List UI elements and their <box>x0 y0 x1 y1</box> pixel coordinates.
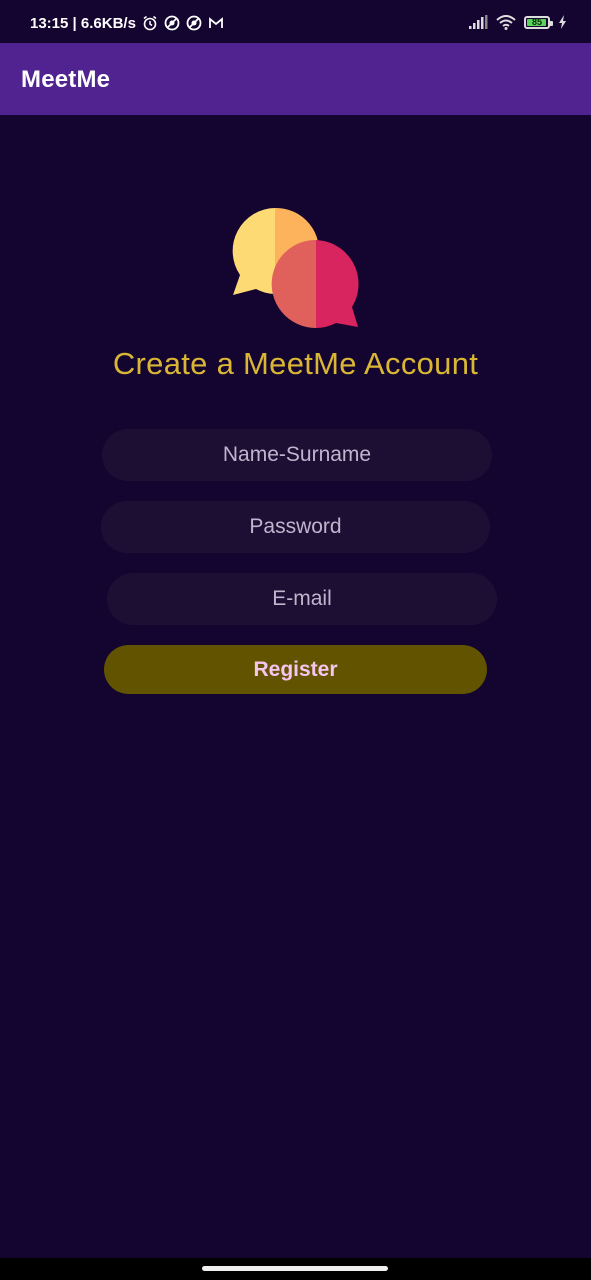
status-bar: 13:15 | 6.6KB/s 85 <box>0 0 591 43</box>
status-time-speed: 13:15 | 6.6KB/s <box>30 14 136 32</box>
status-left: 13:15 | 6.6KB/s <box>30 13 224 33</box>
mail-icon <box>209 17 223 28</box>
alarm-icon <box>143 15 157 31</box>
signal-icon <box>469 15 488 29</box>
register-button[interactable]: Register <box>104 645 487 694</box>
battery-level: 85 <box>531 16 542 27</box>
wifi-icon <box>496 14 516 30</box>
app-title: MeetMe <box>21 66 111 93</box>
vpn-icon <box>186 15 202 31</box>
home-indicator[interactable] <box>202 1266 388 1271</box>
vpn-icon <box>164 15 180 31</box>
charging-icon <box>559 15 566 29</box>
name-surname-field[interactable] <box>102 429 492 481</box>
status-right: 85 <box>469 12 567 32</box>
page-title: Create a MeetMe Account <box>112 346 479 381</box>
email-field[interactable] <box>107 573 497 625</box>
password-field[interactable] <box>101 501 490 553</box>
battery-icon: 85 <box>524 15 553 29</box>
navigation-bar <box>0 1258 591 1280</box>
chat-bubbles-icon <box>232 207 359 328</box>
app-bar: MeetMe <box>0 43 591 115</box>
